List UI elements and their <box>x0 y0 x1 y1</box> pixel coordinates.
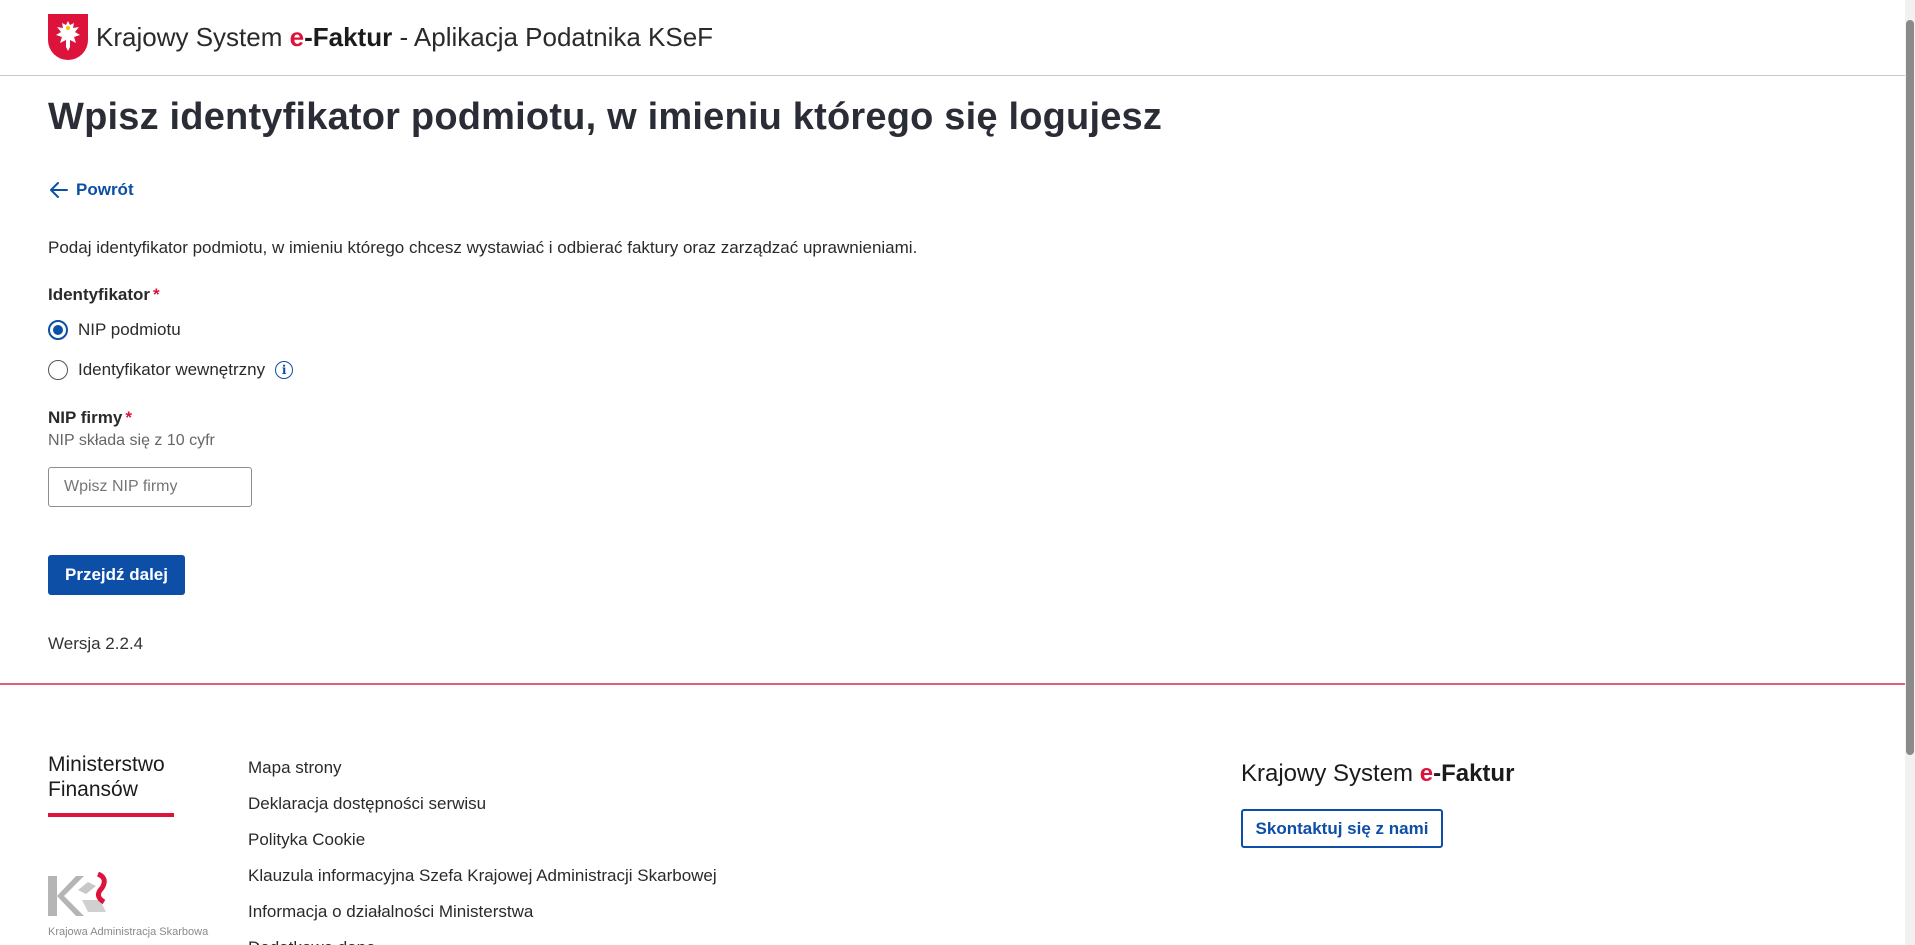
arrow-left-icon <box>50 182 68 198</box>
ksef-footer-faktur: -Faktur <box>1433 760 1515 787</box>
kas-logo-icon[interactable] <box>48 871 112 927</box>
identifier-label: Identyfikator * <box>48 285 160 305</box>
intro-text: Podaj identyfikator podmiotu, w imieniu … <box>48 238 918 257</box>
ministry-logo[interactable]: Ministerstwo Finansów <box>48 752 174 802</box>
back-label: Powrót <box>76 180 134 199</box>
nip-input[interactable] <box>48 467 252 507</box>
footer-divider <box>0 683 1905 685</box>
radio-button-checked[interactable] <box>48 320 68 340</box>
required-mark: * <box>125 408 132 427</box>
radio-identyfikator-wewnetrzny[interactable]: Identyfikator wewnętrzny i <box>48 360 294 380</box>
ministry-line1: Ministerstwo <box>48 753 165 776</box>
ksef-footer-e: e <box>1419 760 1434 787</box>
nip-label: NIP firmy * <box>48 408 132 428</box>
ministry-line2: Finansów <box>48 778 138 801</box>
page-title: Wpisz identyfikator podmiotu, w imieniu … <box>48 96 1163 138</box>
app-title-suffix: - Aplikacja Podatnika KSeF <box>392 22 714 52</box>
footer-link-additional-data[interactable]: Dodatkowe dane <box>248 936 717 945</box>
info-icon[interactable]: i <box>275 361 294 379</box>
footer-link-accessibility[interactable]: Deklaracja dostępności serwisu <box>248 792 717 828</box>
polish-eagle-icon <box>48 14 88 60</box>
contact-button[interactable]: Skontaktuj się z nami <box>1241 809 1443 848</box>
identifier-label-text: Identyfikator <box>48 285 151 304</box>
app-title[interactable]: Krajowy System e-Faktur - Aplikacja Poda… <box>96 22 713 53</box>
scrollbar-thumb[interactable] <box>1906 20 1914 755</box>
required-mark: * <box>153 285 160 304</box>
app-header: Krajowy System e-Faktur - Aplikacja Poda… <box>0 0 1905 76</box>
nip-label-text: NIP firmy <box>48 408 123 427</box>
version-text: Wersja 2.2.4 <box>48 634 144 653</box>
radio-label-internal-id: Identyfikator wewnętrzny <box>78 360 266 379</box>
footer-link-information-clause[interactable]: Klauzula informacyjna Szefa Krajowej Adm… <box>248 864 717 900</box>
ksef-footer-logo: Krajowy System e-Faktur <box>1241 760 1514 788</box>
ksef-footer-prefix: Krajowy System <box>1241 760 1420 787</box>
app-title-prefix: Krajowy System <box>96 22 283 52</box>
radio-button-unchecked[interactable] <box>48 360 68 380</box>
footer-links: Mapa strony Deklaracja dostępności serwi… <box>248 756 717 945</box>
back-link[interactable]: Powrót <box>50 180 134 200</box>
footer-link-ministry-activity[interactable]: Informacja o działalności Ministerstwa <box>248 900 717 936</box>
scrollbar[interactable] <box>1905 0 1915 945</box>
radio-label-nip: NIP podmiotu <box>78 320 181 339</box>
ministry-logo-bar <box>48 813 174 817</box>
app-title-e: e <box>289 22 305 52</box>
radio-nip-podmiotu[interactable]: NIP podmiotu <box>48 320 181 340</box>
kas-text: Krajowa Administracja Skarbowa <box>48 926 209 938</box>
footer-link-site-map[interactable]: Mapa strony <box>248 756 717 792</box>
submit-button[interactable]: Przejdź dalej <box>48 555 185 595</box>
footer-link-cookie-policy[interactable]: Polityka Cookie <box>248 828 717 864</box>
app-title-faktur: -Faktur <box>304 22 393 52</box>
nip-hint: NIP składa się z 10 cyfr <box>48 432 215 449</box>
